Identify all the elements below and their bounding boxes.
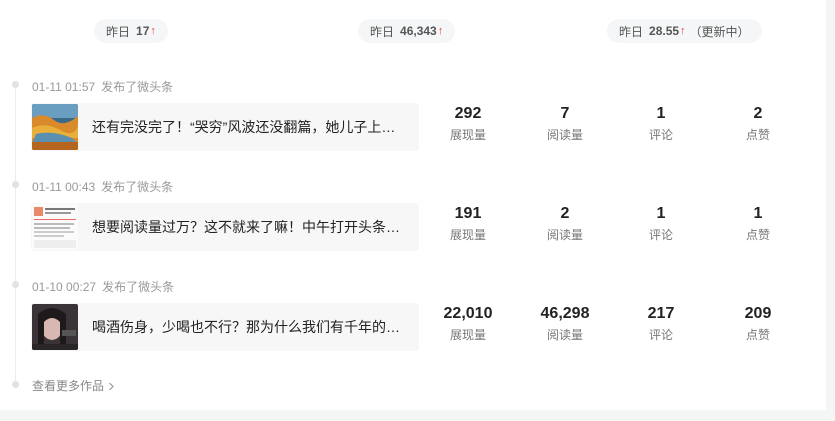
- post-title[interactable]: 想要阅读量过万？这不就来了嘛！中午打开头条…: [92, 217, 402, 237]
- post-title[interactable]: 还有完没完了！“哭穷”风波还没翻篇，她儿子上…: [92, 117, 402, 137]
- pill-label: 昨日: [370, 24, 395, 39]
- stat-value: 292: [454, 105, 482, 122]
- stat-value: 46,298: [540, 305, 590, 322]
- pill-label: 昨日: [106, 24, 131, 39]
- works-panel: 昨日 17 ↑ 昨日 46,343 ↑ 昨日 28.55 ↑ （更新中） 01-…: [0, 0, 826, 410]
- post-thumbnail[interactable]: [32, 104, 78, 150]
- post-title[interactable]: 喝酒伤身，少喝也不行？那为什么我们有千年的…: [92, 317, 402, 337]
- chevron-right-icon: [109, 382, 115, 391]
- stat-comments: 1 评论: [621, 104, 701, 142]
- stat-impressions: 22,010 展现量: [428, 304, 508, 342]
- view-more-link[interactable]: 查看更多作品: [32, 377, 115, 394]
- timeline-dot: [12, 81, 19, 88]
- stat-label: 阅读量: [546, 328, 583, 342]
- stat-label: 点赞: [745, 328, 770, 342]
- stat-value: 22,010: [443, 305, 493, 322]
- stat-value: 7: [560, 105, 570, 122]
- post-thumbnail[interactable]: [32, 304, 78, 350]
- post-thumbnail[interactable]: [32, 204, 78, 250]
- trend-up-icon: ↑: [680, 25, 686, 37]
- timeline-line: [15, 84, 16, 384]
- timeline-dot: [12, 281, 19, 288]
- stat-value: 217: [647, 305, 675, 322]
- stat-label: 阅读量: [546, 228, 583, 242]
- pill-value: 17: [136, 24, 150, 38]
- updating-note: （更新中）: [689, 24, 750, 39]
- stat-label: 展现量: [449, 128, 486, 142]
- stat-likes: 2 点赞: [718, 104, 798, 142]
- post-action: 发布了微头条: [101, 180, 174, 194]
- post-card[interactable]: 喝酒伤身，少喝也不行？那为什么我们有千年的…: [31, 303, 419, 351]
- stat-comments: 217 评论: [621, 304, 701, 342]
- stat-likes: 209 点赞: [718, 304, 798, 342]
- stat-value: 2: [753, 105, 763, 122]
- stat-label: 点赞: [745, 228, 770, 242]
- stat-label: 展现量: [449, 228, 486, 242]
- post-time: 01-11 00:43: [32, 180, 96, 194]
- engagement-yesterday-pill: 昨日 28.55 ↑ （更新中）: [607, 19, 762, 43]
- stat-label: 点赞: [745, 128, 770, 142]
- stat-label: 评论: [648, 228, 673, 242]
- page-scrollbar[interactable]: [826, 0, 835, 421]
- stat-impressions: 292 展现量: [428, 104, 508, 142]
- stat-value: 209: [744, 305, 772, 322]
- stat-reads: 2 阅读量: [525, 204, 605, 242]
- post-meta: 01-11 01:57 发布了微头条: [32, 78, 173, 95]
- post-action: 发布了微头条: [102, 280, 175, 294]
- post-time: 01-11 01:57: [32, 80, 96, 94]
- stat-value: 191: [454, 205, 482, 222]
- view-more-label[interactable]: 查看更多作品: [32, 379, 104, 393]
- reads-yesterday-pill: 昨日 46,343 ↑: [358, 19, 456, 43]
- stat-label: 展现量: [449, 328, 486, 342]
- pill-value: 46,343: [400, 24, 437, 38]
- post-meta: 01-11 00:43 发布了微头条: [32, 178, 173, 195]
- pill-label: 昨日: [619, 24, 644, 39]
- pill-value: 28.55: [649, 24, 680, 38]
- stat-value: 1: [656, 105, 666, 122]
- post-action: 发布了微头条: [101, 80, 174, 94]
- trend-up-icon: ↑: [437, 25, 444, 37]
- stat-reads: 7 阅读量: [525, 104, 605, 142]
- stat-impressions: 191 展现量: [428, 204, 508, 242]
- timeline-dot: [12, 381, 19, 388]
- impressions-yesterday-pill: 昨日 17 ↑: [94, 19, 168, 43]
- post-time: 01-10 00:27: [32, 280, 97, 294]
- trend-up-icon: ↑: [150, 25, 156, 37]
- stat-label: 评论: [648, 328, 673, 342]
- post-meta: 01-10 00:27 发布了微头条: [32, 278, 174, 295]
- stat-value: 2: [560, 205, 570, 222]
- stat-comments: 1 评论: [621, 204, 701, 242]
- timeline-dot: [12, 181, 19, 188]
- post-card[interactable]: 还有完没完了！“哭穷”风波还没翻篇，她儿子上…: [31, 103, 419, 151]
- stat-reads: 46,298 阅读量: [525, 304, 605, 342]
- post-card[interactable]: 想要阅读量过万？这不就来了嘛！中午打开头条…: [31, 203, 419, 251]
- stat-label: 阅读量: [546, 128, 583, 142]
- stat-value: 1: [656, 205, 666, 222]
- stat-likes: 1 点赞: [718, 204, 798, 242]
- stat-label: 评论: [648, 128, 673, 142]
- stat-value: 1: [753, 205, 763, 222]
